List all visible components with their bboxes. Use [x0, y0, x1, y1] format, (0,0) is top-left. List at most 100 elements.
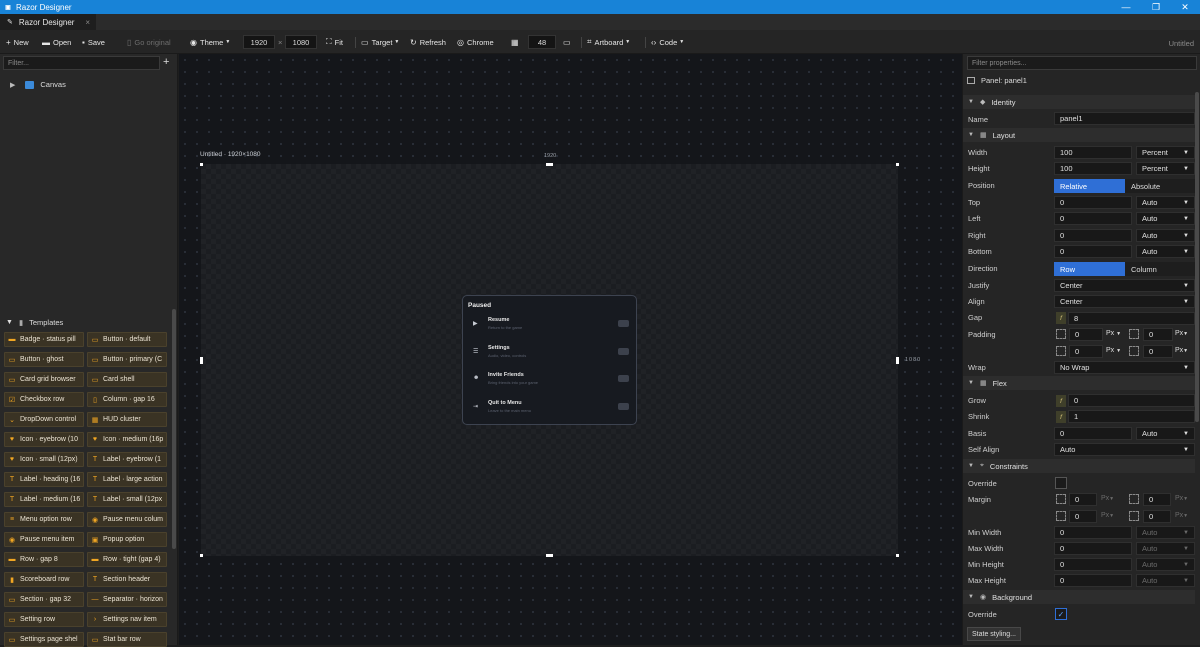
- section-constraints[interactable]: ▼ ⌖ Constraints: [963, 459, 1195, 473]
- template-item[interactable]: ◉ Pause menu item: [4, 532, 84, 547]
- template-item[interactable]: — Separator · horizon: [87, 592, 167, 607]
- align-dropdown[interactable]: Center ▼: [1054, 295, 1195, 308]
- template-item[interactable]: ▬ Badge · status pill: [4, 332, 84, 347]
- template-item[interactable]: ◉ Pause menu colum: [87, 512, 167, 527]
- padding-unit-dropdown[interactable]: Px▼: [1175, 330, 1188, 337]
- properties-scrollbar[interactable]: [1195, 92, 1199, 422]
- direction-column-option[interactable]: Column: [1125, 262, 1195, 276]
- pause-menu-item-settings[interactable]: ☰ Settings Audio, video, controls: [469, 344, 632, 364]
- function-icon[interactable]: f: [1056, 312, 1066, 324]
- padding-left-input[interactable]: 0: [1143, 345, 1173, 358]
- pause-menu-panel[interactable]: Paused ▶ Resume Return to the game ☰ Set…: [462, 295, 637, 425]
- expand-arrow-icon[interactable]: ▶: [10, 81, 15, 89]
- target-dropdown[interactable]: ▭ Target ▼: [361, 35, 399, 49]
- save-button[interactable]: ▪ Save: [82, 35, 105, 49]
- template-item[interactable]: ▭ Button · primary (C: [87, 352, 167, 367]
- width-input[interactable]: 100: [1054, 146, 1132, 159]
- close-button[interactable]: ✕: [1170, 0, 1200, 14]
- template-item[interactable]: › Settings nav item: [87, 612, 167, 627]
- background-override-checkbox[interactable]: ✓: [1055, 608, 1067, 620]
- padding-unit-dropdown[interactable]: Px▼: [1175, 347, 1188, 354]
- add-element-button[interactable]: +: [163, 57, 169, 68]
- template-item[interactable]: ▭ Card grid browser: [4, 372, 84, 387]
- properties-filter-input[interactable]: Filter properties...: [967, 56, 1197, 70]
- collapse-arrow-icon[interactable]: ▼: [6, 319, 13, 326]
- direction-row-option[interactable]: Row: [1054, 262, 1125, 276]
- max-width-input[interactable]: 0: [1054, 542, 1132, 555]
- template-item[interactable]: T Label · small (12px: [87, 492, 167, 507]
- min-width-input[interactable]: 0: [1054, 526, 1132, 539]
- min-height-unit-dropdown[interactable]: Auto ▼: [1136, 558, 1195, 571]
- grid-toggle[interactable]: ▦: [511, 35, 522, 49]
- resize-handle[interactable]: [546, 554, 553, 557]
- design-canvas[interactable]: Untitled · 1920×1080 1920 1080 Paused ▶ …: [179, 54, 962, 645]
- tab-razor-designer[interactable]: ✎ Razor Designer ×: [0, 14, 96, 30]
- template-item[interactable]: T Label · medium (16: [4, 492, 84, 507]
- basis-unit-dropdown[interactable]: Auto ▼: [1136, 427, 1195, 440]
- margin-unit-dropdown[interactable]: Px▼: [1101, 495, 1114, 502]
- pause-menu-item-resume[interactable]: ▶ Resume Return to the game: [469, 316, 632, 336]
- template-item[interactable]: ▭ Button · default: [87, 332, 167, 347]
- artboard-height-input[interactable]: 1080: [285, 35, 317, 49]
- min-width-unit-dropdown[interactable]: Auto ▼: [1136, 526, 1195, 539]
- artboard-dropdown[interactable]: ⌗ Artboard ▼: [587, 35, 630, 49]
- resize-handle[interactable]: [546, 163, 553, 166]
- right-unit-dropdown[interactable]: Auto ▼: [1136, 229, 1195, 242]
- padding-right-input[interactable]: 0: [1143, 328, 1173, 341]
- template-item[interactable]: ♥ Icon · small (12px): [4, 452, 84, 467]
- tree-item-canvas[interactable]: ▶ Canvas: [10, 80, 66, 89]
- wrap-dropdown[interactable]: No Wrap ▼: [1054, 361, 1195, 374]
- margin-top-input[interactable]: 0: [1069, 493, 1097, 506]
- function-icon[interactable]: f: [1056, 395, 1066, 407]
- code-dropdown[interactable]: ‹› Code ▼: [651, 35, 684, 49]
- grow-input[interactable]: 0: [1068, 394, 1195, 407]
- name-input[interactable]: panel1: [1054, 112, 1195, 125]
- template-item[interactable]: ▭ Section · gap 32: [4, 592, 84, 607]
- resize-handle[interactable]: [200, 554, 203, 557]
- template-item[interactable]: ▭ Setting row: [4, 612, 84, 627]
- padding-top-input[interactable]: 0: [1069, 328, 1103, 341]
- hierarchy-filter-input[interactable]: Filter...: [3, 56, 160, 70]
- artboard-width-input[interactable]: 1920: [243, 35, 275, 49]
- template-item[interactable]: ▯ Column · gap 16: [87, 392, 167, 407]
- max-height-unit-dropdown[interactable]: Auto ▼: [1136, 574, 1195, 587]
- open-button[interactable]: ▬ Open: [42, 35, 71, 49]
- basis-input[interactable]: 0: [1054, 427, 1132, 440]
- template-item[interactable]: T Label · eyebrow (1: [87, 452, 167, 467]
- template-item[interactable]: ▣ Popup option: [87, 532, 167, 547]
- template-item[interactable]: ⌄ DropDown control: [4, 412, 84, 427]
- template-item[interactable]: ▦ HUD cluster: [87, 412, 167, 427]
- bottom-input[interactable]: 0: [1054, 245, 1132, 258]
- chrome-button[interactable]: ◎ Chrome: [457, 35, 494, 49]
- template-item[interactable]: ♥ Icon · medium (16p: [87, 432, 167, 447]
- template-item[interactable]: T Section header: [87, 572, 167, 587]
- left-input[interactable]: 0: [1054, 212, 1132, 225]
- margin-left-input[interactable]: 0: [1143, 510, 1171, 523]
- min-height-input[interactable]: 0: [1054, 558, 1132, 571]
- template-item[interactable]: ≡ Menu option row: [4, 512, 84, 527]
- templates-scrollbar[interactable]: [172, 309, 176, 549]
- section-flex[interactable]: ▼ ▦ Flex: [963, 376, 1195, 390]
- section-identity[interactable]: ▼ ◆ Identity: [963, 95, 1195, 109]
- template-item[interactable]: ▮ Scoreboard row: [4, 572, 84, 587]
- gap-input[interactable]: 8: [1068, 312, 1195, 325]
- max-height-input[interactable]: 0: [1054, 574, 1132, 587]
- grid-size-input[interactable]: 48: [528, 35, 556, 49]
- template-item[interactable]: ▬ Row · tight (gap 4): [87, 552, 167, 567]
- height-input[interactable]: 100: [1054, 162, 1132, 175]
- self-align-dropdown[interactable]: Auto ▼: [1054, 443, 1195, 456]
- ruler-toggle[interactable]: ▭: [563, 35, 574, 49]
- tab-close-icon[interactable]: ×: [85, 18, 90, 27]
- bottom-unit-dropdown[interactable]: Auto ▼: [1136, 245, 1195, 258]
- resize-handle[interactable]: [896, 163, 899, 166]
- height-unit-dropdown[interactable]: Percent ▼: [1136, 162, 1195, 175]
- template-item[interactable]: ☑ Checkbox row: [4, 392, 84, 407]
- minimize-button[interactable]: —: [1111, 0, 1141, 14]
- resize-handle[interactable]: [896, 357, 899, 364]
- padding-bottom-input[interactable]: 0: [1069, 345, 1103, 358]
- width-unit-dropdown[interactable]: Percent ▼: [1136, 146, 1195, 159]
- new-button[interactable]: + New: [6, 35, 29, 49]
- position-relative-option[interactable]: Relative: [1054, 179, 1125, 193]
- right-input[interactable]: 0: [1054, 229, 1132, 242]
- template-item[interactable]: ▭ Card shell: [87, 372, 167, 387]
